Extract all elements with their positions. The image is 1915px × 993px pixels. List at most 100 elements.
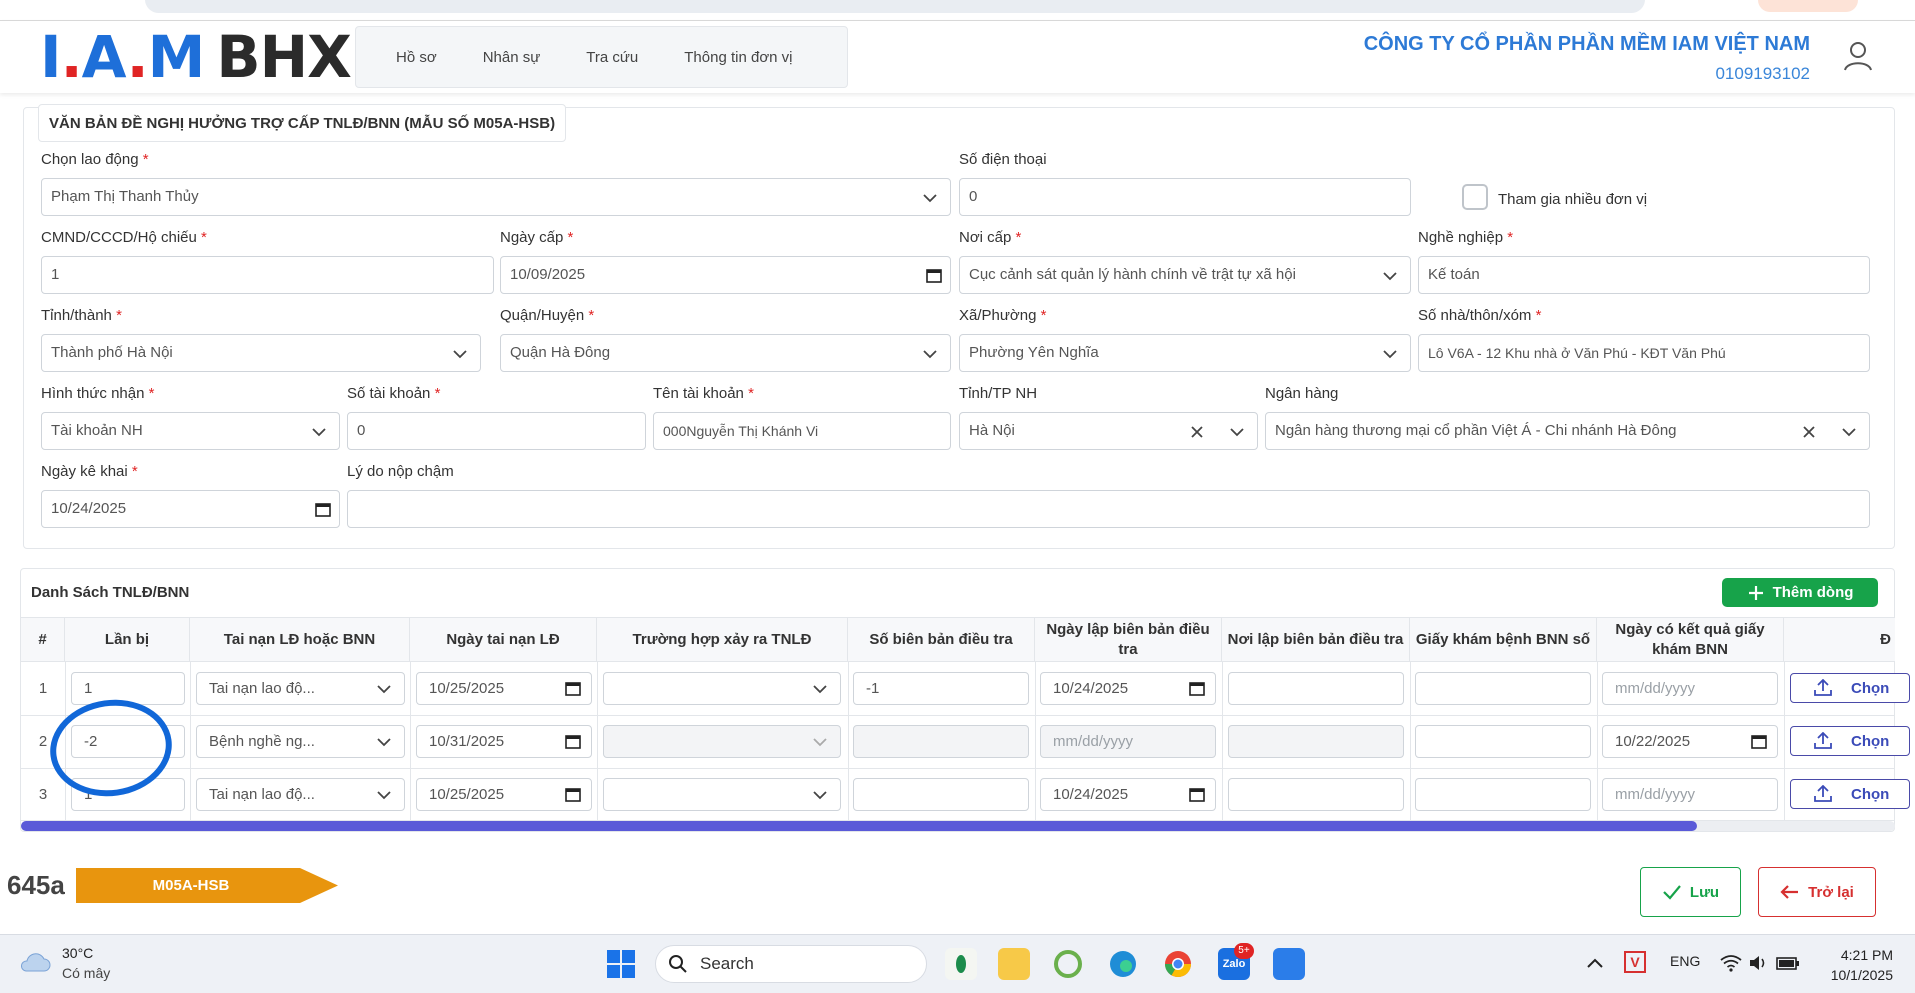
user-icon[interactable] — [1841, 39, 1875, 73]
type-select[interactable]: Tai nạn lao độ... — [196, 778, 405, 811]
nav-tra-cuu[interactable]: Tra cứu — [586, 49, 638, 66]
late-reason-input[interactable] — [347, 490, 1870, 528]
calendar-icon[interactable] — [565, 733, 581, 749]
clear-icon[interactable] — [1189, 424, 1205, 440]
province-select[interactable]: Thành phố Hà Nội — [41, 334, 481, 372]
label-bank: Ngân hàng — [1265, 385, 1339, 402]
battery-icon[interactable] — [1776, 955, 1800, 971]
bnn-no-input[interactable] — [1415, 672, 1591, 705]
upload-button[interactable]: Chọn — [1790, 673, 1910, 703]
col-divider — [1784, 662, 1785, 820]
report-place-input[interactable] — [1228, 672, 1404, 705]
chevron-down-icon — [453, 350, 467, 359]
calendar-icon[interactable] — [315, 501, 331, 517]
address-input[interactable]: Lô V6A - 12 Khu nhà ở Văn Phú - KĐT Văn … — [1418, 334, 1870, 372]
receive-method-select[interactable]: Tài khoản NH — [41, 412, 340, 450]
chrome-icon[interactable] — [1162, 948, 1194, 980]
type-select[interactable]: Tai nạn lao độ... — [196, 672, 405, 705]
arrow-left-icon — [1780, 885, 1799, 899]
calendar-icon[interactable] — [1189, 680, 1205, 696]
profile-button[interactable] — [1758, 0, 1858, 12]
bank-select[interactable]: Ngân hàng thương mại cổ phần Việt Á - Ch… — [1265, 412, 1870, 450]
edge-icon[interactable] — [1107, 948, 1139, 980]
add-row-button[interactable]: Thêm dòng — [1722, 578, 1878, 607]
volume-icon[interactable] — [1748, 954, 1768, 972]
nav-nhan-su[interactable]: Nhân sự — [483, 49, 541, 66]
col-bnn-no: Giấy khám bệnh BNN số — [1410, 617, 1597, 662]
declare-date-input[interactable]: 10/24/2025 — [41, 490, 340, 528]
bnn-no-input[interactable] — [1415, 725, 1591, 758]
calendar-icon[interactable] — [1751, 733, 1767, 749]
horizontal-scrollbar-thumb[interactable] — [21, 821, 1697, 831]
report-place-input[interactable] — [1228, 778, 1404, 811]
calendar-icon[interactable] — [565, 680, 581, 696]
report-no-input[interactable]: -1 — [853, 672, 1029, 705]
clear-icon[interactable] — [1801, 424, 1817, 440]
ward-select[interactable]: Phường Yên Nghĩa — [959, 334, 1411, 372]
col-type: Tai nạn LĐ hoặc BNN — [190, 617, 410, 662]
accident-date-input[interactable]: 10/31/2025 — [416, 725, 592, 758]
upload-button[interactable]: Chọn — [1790, 726, 1910, 756]
chevron-down-icon — [377, 685, 391, 694]
doc-code: 645a — [7, 870, 65, 900]
report-date-input[interactable]: 10/24/2025 — [1040, 672, 1216, 705]
save-button[interactable]: Lưu — [1640, 867, 1741, 917]
weather-widget[interactable]: 30°C Có mây — [18, 945, 110, 981]
row-divider — [21, 768, 1895, 769]
photos-icon[interactable] — [1273, 948, 1305, 980]
app-green-icon[interactable] — [1052, 948, 1084, 980]
bank-province-select[interactable]: Hà Nội — [959, 412, 1258, 450]
accident-date-input[interactable]: 10/25/2025 — [416, 778, 592, 811]
row-index: 3 — [38, 786, 48, 803]
id-number-input[interactable]: 1 — [41, 256, 494, 294]
calendar-icon[interactable] — [565, 786, 581, 802]
report-no-input[interactable] — [853, 778, 1029, 811]
accident-date-input[interactable]: 10/25/2025 — [416, 672, 592, 705]
calendar-icon[interactable] — [1189, 786, 1205, 802]
upload-icon — [1814, 679, 1832, 696]
account-name-input[interactable]: 000Nguyễn Thị Khánh Vi — [653, 412, 951, 450]
taskbar-search[interactable]: Search — [655, 945, 927, 983]
occupation-input[interactable]: Kế toán — [1418, 256, 1870, 294]
chevron-up-icon[interactable] — [1586, 957, 1604, 969]
upload-button[interactable]: Chọn — [1790, 779, 1910, 809]
calendar-icon[interactable] — [926, 267, 942, 283]
nav-ho-so[interactable]: Hồ sơ — [396, 49, 437, 66]
case-select[interactable] — [603, 778, 841, 811]
employee-select[interactable]: Phạm Thị Thanh Thủy — [41, 178, 951, 216]
back-button[interactable]: Trở lại — [1758, 867, 1876, 917]
district-select[interactable]: Quận Hà Đông — [500, 334, 951, 372]
chevron-down-icon — [813, 791, 827, 800]
plus-icon — [1748, 585, 1763, 600]
col-divider — [597, 662, 598, 820]
account-no-input[interactable]: 0 — [347, 412, 646, 450]
table-title: Danh Sách TNLĐ/BNN — [31, 584, 190, 601]
case-select[interactable] — [603, 672, 841, 705]
col-report-no: Số biên bản điều tra — [848, 617, 1035, 662]
nav-thong-tin-don-vi[interactable]: Thông tin đơn vị — [684, 49, 792, 66]
multi-unit-checkbox[interactable] — [1462, 184, 1488, 210]
windows-start-icon[interactable] — [606, 949, 636, 979]
label-province: Tỉnh/thành * — [41, 307, 122, 324]
antivirus-icon[interactable]: V — [1624, 951, 1646, 973]
bnn-date-input[interactable]: mm/dd/yyyy — [1602, 778, 1778, 811]
bnn-date-input[interactable]: mm/dd/yyyy — [1602, 672, 1778, 705]
report-date-input[interactable]: 10/24/2025 — [1040, 778, 1216, 811]
bnn-no-input[interactable] — [1415, 778, 1591, 811]
language-indicator[interactable]: ENG — [1670, 953, 1700, 969]
copilot-icon[interactable] — [945, 948, 977, 980]
issue-place-select[interactable]: Cục cảnh sát quản lý hành chính về trật … — [959, 256, 1411, 294]
col-bnn-date: Ngày có kết quả giấy khám BNN — [1597, 617, 1784, 662]
file-explorer-icon[interactable] — [998, 948, 1030, 980]
app-logo[interactable]: I.A.M BHXH — [40, 23, 399, 91]
wifi-icon[interactable] — [1720, 954, 1742, 972]
main-nav: Hồ sơ Nhân sự Tra cứu Thông tin đơn vị — [355, 26, 848, 88]
issue-date-input[interactable]: 10/09/2025 — [500, 256, 951, 294]
phone-input[interactable]: 0 — [959, 178, 1411, 216]
bnn-date-input[interactable]: 10/22/2025 — [1602, 725, 1778, 758]
chevron-down-icon — [377, 738, 391, 747]
address-bar[interactable] — [145, 0, 1645, 13]
type-select[interactable]: Bệnh nghề ng... — [196, 725, 405, 758]
system-clock[interactable]: 4:21 PM 10/1/2025 — [1831, 945, 1893, 985]
report-date-input: mm/dd/yyyy — [1040, 725, 1216, 758]
